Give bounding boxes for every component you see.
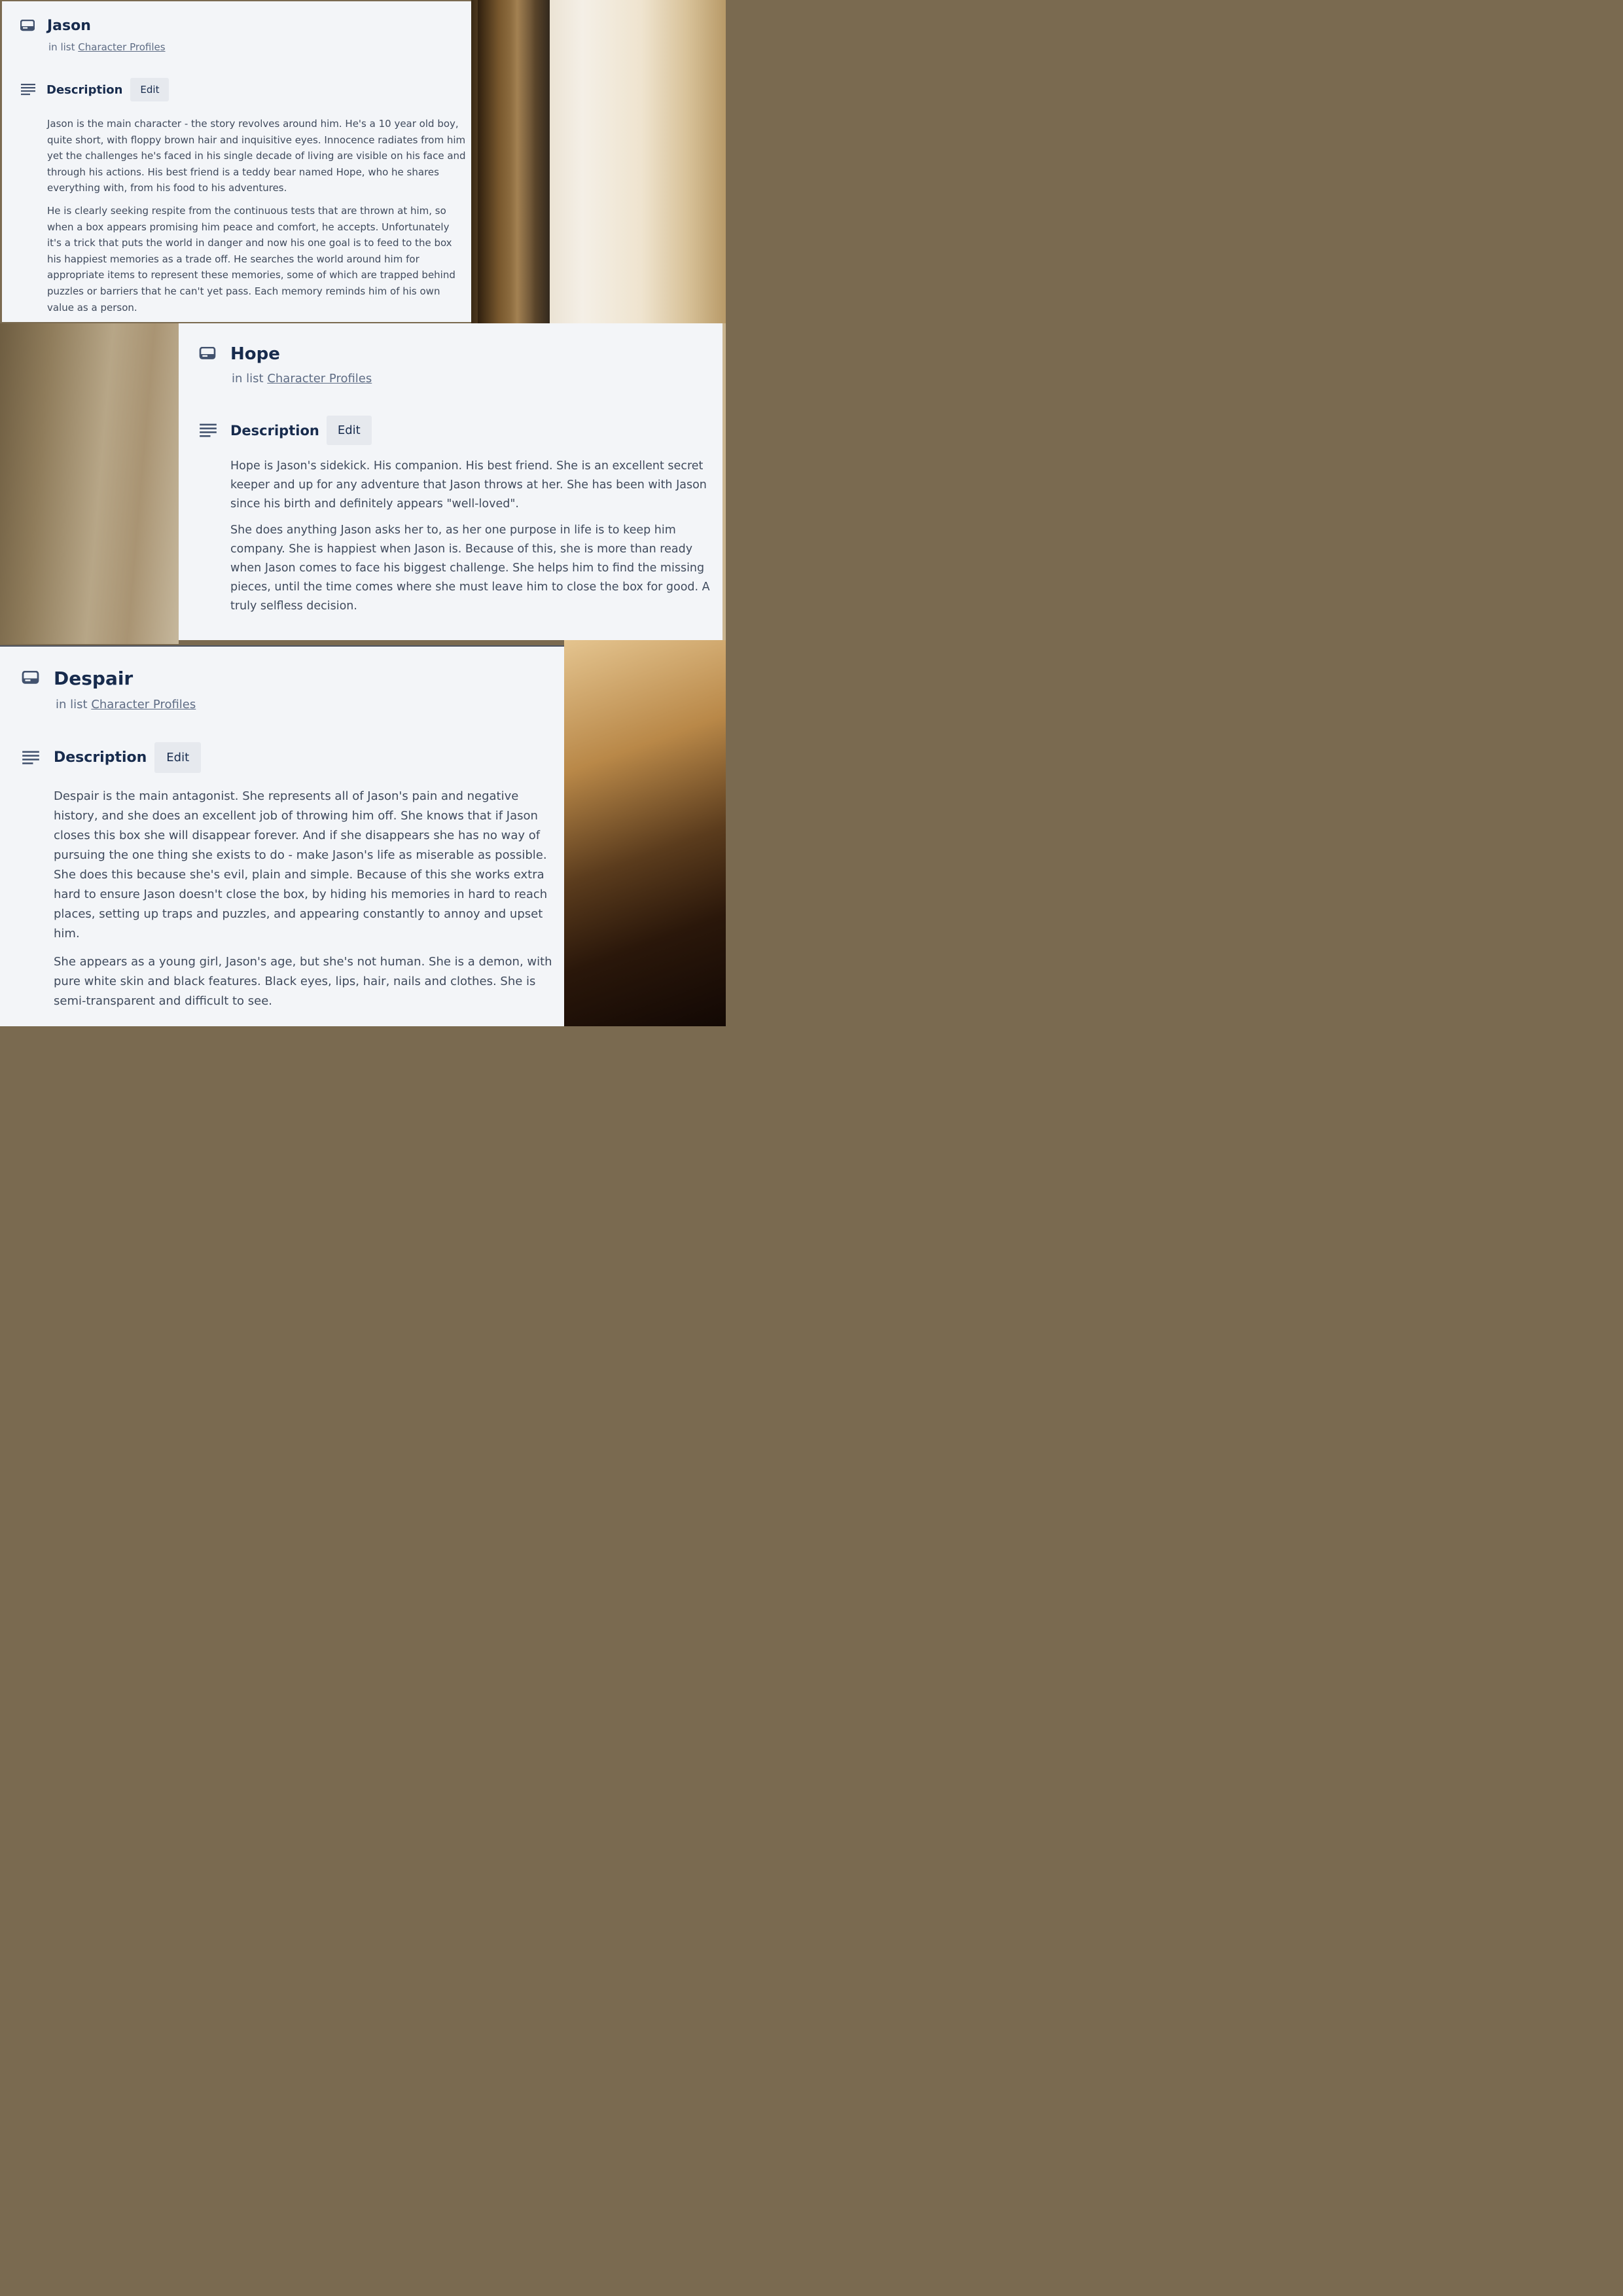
background-art-bottom-right xyxy=(564,640,726,1026)
description-paragraph: Jason is the main character - the story … xyxy=(47,118,466,194)
card-title[interactable]: Hope xyxy=(230,344,280,364)
card-icon xyxy=(20,19,35,33)
card-detail-hope: Hope in list Character Profiles Descript… xyxy=(179,323,722,640)
description-text[interactable]: Hope is Jason's sidekick. His companion.… xyxy=(230,457,718,616)
in-list-info: in list Character Profiles xyxy=(48,41,166,53)
card-detail-jason: Jason in list Character Profiles Descrip… xyxy=(2,1,471,322)
description-label: Description xyxy=(230,422,319,439)
card-title[interactable]: Jason xyxy=(47,18,91,34)
card-icon xyxy=(22,671,39,686)
in-list-prefix: in list xyxy=(56,698,88,711)
edit-description-button[interactable]: Edit xyxy=(326,416,372,445)
description-icon xyxy=(199,423,217,439)
edit-description-button[interactable]: Edit xyxy=(130,78,169,101)
card-title[interactable]: Despair xyxy=(54,668,133,689)
description-icon xyxy=(22,750,40,766)
list-link[interactable]: Character Profiles xyxy=(91,698,196,711)
description-text[interactable]: Jason is the main character - the story … xyxy=(47,116,466,315)
edit-description-button[interactable]: Edit xyxy=(154,742,202,773)
background-art-mid-left xyxy=(0,323,179,644)
in-list-info: in list Character Profiles xyxy=(56,698,196,711)
description-paragraph: He is clearly seeking respite from the c… xyxy=(47,204,455,314)
in-list-prefix: in list xyxy=(232,372,264,386)
background-art-strip xyxy=(722,323,726,640)
list-link[interactable]: Character Profiles xyxy=(267,372,372,386)
card-detail-despair: Despair in list Character Profiles Descr… xyxy=(0,645,564,1026)
card-icon xyxy=(199,347,216,361)
list-link[interactable]: Character Profiles xyxy=(78,41,165,53)
description-text[interactable]: Despair is the main antagonist. She repr… xyxy=(54,787,561,1011)
description-paragraph: Hope is Jason's sidekick. His companion.… xyxy=(230,459,707,511)
description-label: Description xyxy=(46,82,123,97)
description-icon xyxy=(20,83,36,96)
background-art-top-right xyxy=(471,0,726,323)
description-paragraph: Despair is the main antagonist. She repr… xyxy=(54,789,548,941)
description-paragraph: She appears as a young girl, Jason's age… xyxy=(54,955,552,1008)
in-list-prefix: in list xyxy=(48,41,75,53)
description-label: Description xyxy=(54,749,147,766)
in-list-info: in list Character Profiles xyxy=(232,372,372,386)
description-paragraph: She does anything Jason asks her to, as … xyxy=(230,524,710,613)
